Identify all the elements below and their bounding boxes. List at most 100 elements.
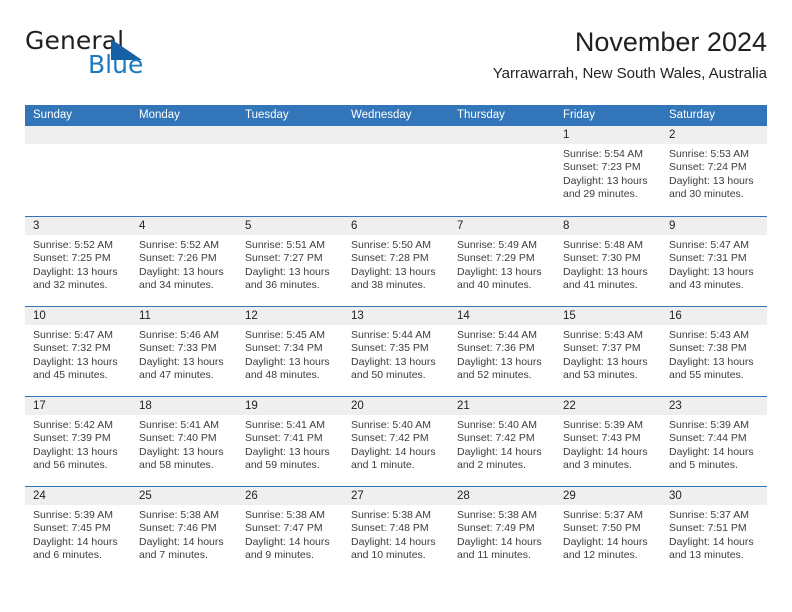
calendar-day-cell[interactable]: 27 Sunrise: 5:38 AM Sunset: 7:48 PM Dayl… (343, 487, 449, 576)
calendar-day-cell[interactable]: 13 Sunrise: 5:44 AM Sunset: 7:35 PM Dayl… (343, 307, 449, 396)
day-number: 30 (661, 487, 767, 505)
sunset-text: Sunset: 7:26 PM (139, 252, 217, 265)
sunrise-text: Sunrise: 5:53 AM (669, 148, 749, 160)
day-details: Sunrise: 5:37 AM Sunset: 7:51 PM Dayligh… (661, 505, 767, 562)
calendar-day-cell[interactable]: 5 Sunrise: 5:51 AM Sunset: 7:27 PM Dayli… (237, 217, 343, 306)
sunrise-text: Sunrise: 5:39 AM (33, 509, 113, 521)
daylight-text: Daylight: 13 hours and 45 minutes. (33, 355, 118, 381)
calendar-day-cell[interactable]: 14 Sunrise: 5:44 AM Sunset: 7:36 PM Dayl… (449, 307, 555, 396)
calendar-day-cell[interactable]: 23 Sunrise: 5:39 AM Sunset: 7:44 PM Dayl… (661, 397, 767, 486)
day-details: Sunrise: 5:39 AM Sunset: 7:45 PM Dayligh… (25, 505, 131, 562)
day-details: Sunrise: 5:39 AM Sunset: 7:43 PM Dayligh… (555, 415, 661, 472)
calendar-day-cell[interactable]: 21 Sunrise: 5:40 AM Sunset: 7:42 PM Dayl… (449, 397, 555, 486)
day-details: Sunrise: 5:39 AM Sunset: 7:44 PM Dayligh… (661, 415, 767, 472)
sunrise-text: Sunrise: 5:52 AM (33, 239, 113, 251)
day-details: Sunrise: 5:38 AM Sunset: 7:47 PM Dayligh… (237, 505, 343, 562)
calendar-day-cell[interactable] (131, 126, 237, 216)
calendar-week-row: 17 Sunrise: 5:42 AM Sunset: 7:39 PM Dayl… (25, 396, 767, 486)
daylight-text: Daylight: 13 hours and 50 minutes. (351, 355, 436, 381)
calendar-day-cell[interactable]: 22 Sunrise: 5:39 AM Sunset: 7:43 PM Dayl… (555, 397, 661, 486)
sunset-text: Sunset: 7:23 PM (563, 161, 641, 174)
weekday-header-sunday: Sunday (33, 109, 73, 121)
calendar-day-cell[interactable]: 2 Sunrise: 5:53 AM Sunset: 7:24 PM Dayli… (661, 126, 767, 216)
calendar-day-cell[interactable] (449, 126, 555, 216)
day-number: 2 (661, 126, 767, 144)
day-number: 14 (449, 307, 555, 325)
calendar-day-cell[interactable]: 6 Sunrise: 5:50 AM Sunset: 7:28 PM Dayli… (343, 217, 449, 306)
weekday-header-tuesday: Tuesday (245, 109, 289, 121)
sunset-text: Sunset: 7:42 PM (457, 432, 535, 445)
calendar-day-cell[interactable]: 17 Sunrise: 5:42 AM Sunset: 7:39 PM Dayl… (25, 397, 131, 486)
day-number: 28 (449, 487, 555, 505)
sunrise-text: Sunrise: 5:43 AM (563, 329, 643, 341)
day-details: Sunrise: 5:46 AM Sunset: 7:33 PM Dayligh… (131, 325, 237, 382)
day-details: Sunrise: 5:40 AM Sunset: 7:42 PM Dayligh… (449, 415, 555, 472)
calendar-day-cell[interactable]: 4 Sunrise: 5:52 AM Sunset: 7:26 PM Dayli… (131, 217, 237, 306)
sunset-text: Sunset: 7:41 PM (245, 432, 323, 445)
calendar-day-cell[interactable]: 28 Sunrise: 5:38 AM Sunset: 7:49 PM Dayl… (449, 487, 555, 576)
sunrise-text: Sunrise: 5:42 AM (33, 419, 113, 431)
day-number: 5 (237, 217, 343, 235)
daylight-text: Daylight: 13 hours and 43 minutes. (669, 265, 754, 291)
daylight-text: Daylight: 13 hours and 41 minutes. (563, 265, 648, 291)
day-details: Sunrise: 5:47 AM Sunset: 7:32 PM Dayligh… (25, 325, 131, 382)
sunrise-text: Sunrise: 5:38 AM (139, 509, 219, 521)
sunrise-text: Sunrise: 5:41 AM (245, 419, 325, 431)
sunset-text: Sunset: 7:51 PM (669, 522, 747, 535)
calendar-day-cell[interactable]: 26 Sunrise: 5:38 AM Sunset: 7:47 PM Dayl… (237, 487, 343, 576)
day-number: 25 (131, 487, 237, 505)
calendar-day-cell[interactable]: 10 Sunrise: 5:47 AM Sunset: 7:32 PM Dayl… (25, 307, 131, 396)
calendar-day-cell[interactable] (343, 126, 449, 216)
calendar-day-cell[interactable]: 11 Sunrise: 5:46 AM Sunset: 7:33 PM Dayl… (131, 307, 237, 396)
day-number: 20 (343, 397, 449, 415)
sunset-text: Sunset: 7:35 PM (351, 342, 429, 355)
sunrise-text: Sunrise: 5:38 AM (245, 509, 325, 521)
day-number: 23 (661, 397, 767, 415)
daylight-text: Daylight: 14 hours and 5 minutes. (669, 445, 754, 471)
general-blue-logo[interactable]: General Blue (25, 26, 285, 82)
sunset-text: Sunset: 7:49 PM (457, 522, 535, 535)
calendar-day-cell[interactable]: 18 Sunrise: 5:41 AM Sunset: 7:40 PM Dayl… (131, 397, 237, 486)
sunset-text: Sunset: 7:33 PM (139, 342, 217, 355)
calendar-day-cell[interactable]: 19 Sunrise: 5:41 AM Sunset: 7:41 PM Dayl… (237, 397, 343, 486)
calendar-day-cell[interactable]: 8 Sunrise: 5:48 AM Sunset: 7:30 PM Dayli… (555, 217, 661, 306)
calendar-day-cell[interactable]: 29 Sunrise: 5:37 AM Sunset: 7:50 PM Dayl… (555, 487, 661, 576)
sunrise-text: Sunrise: 5:54 AM (563, 148, 643, 160)
calendar-day-cell[interactable]: 20 Sunrise: 5:40 AM Sunset: 7:42 PM Dayl… (343, 397, 449, 486)
calendar-day-cell[interactable]: 12 Sunrise: 5:45 AM Sunset: 7:34 PM Dayl… (237, 307, 343, 396)
sunset-text: Sunset: 7:45 PM (33, 522, 111, 535)
day-number: 7 (449, 217, 555, 235)
day-number: 3 (25, 217, 131, 235)
calendar-day-cell[interactable]: 30 Sunrise: 5:37 AM Sunset: 7:51 PM Dayl… (661, 487, 767, 576)
day-number: 21 (449, 397, 555, 415)
calendar-day-cell[interactable]: 16 Sunrise: 5:43 AM Sunset: 7:38 PM Dayl… (661, 307, 767, 396)
calendar-day-cell[interactable]: 24 Sunrise: 5:39 AM Sunset: 7:45 PM Dayl… (25, 487, 131, 576)
day-details: Sunrise: 5:41 AM Sunset: 7:40 PM Dayligh… (131, 415, 237, 472)
logo-text-blue: Blue (88, 50, 144, 79)
calendar-day-cell[interactable]: 9 Sunrise: 5:47 AM Sunset: 7:31 PM Dayli… (661, 217, 767, 306)
calendar-day-cell[interactable]: 3 Sunrise: 5:52 AM Sunset: 7:25 PM Dayli… (25, 217, 131, 306)
day-number: 16 (661, 307, 767, 325)
day-number: 12 (237, 307, 343, 325)
day-details: Sunrise: 5:43 AM Sunset: 7:37 PM Dayligh… (555, 325, 661, 382)
calendar-day-cell[interactable]: 1 Sunrise: 5:54 AM Sunset: 7:23 PM Dayli… (555, 126, 661, 216)
day-number: 6 (343, 217, 449, 235)
daylight-text: Daylight: 14 hours and 7 minutes. (139, 535, 224, 561)
day-number: 18 (131, 397, 237, 415)
calendar-day-cell[interactable] (237, 126, 343, 216)
day-number: 8 (555, 217, 661, 235)
day-details: Sunrise: 5:51 AM Sunset: 7:27 PM Dayligh… (237, 235, 343, 292)
calendar-day-cell[interactable]: 7 Sunrise: 5:49 AM Sunset: 7:29 PM Dayli… (449, 217, 555, 306)
location-subtitle: Yarrawarrah, New South Wales, Australia (492, 65, 767, 82)
daylight-text: Daylight: 13 hours and 30 minutes. (669, 174, 754, 200)
sunrise-text: Sunrise: 5:38 AM (351, 509, 431, 521)
calendar-grid: Sunday Monday Tuesday Wednesday Thursday… (25, 105, 767, 576)
sunrise-text: Sunrise: 5:49 AM (457, 239, 537, 251)
calendar-day-cell[interactable]: 15 Sunrise: 5:43 AM Sunset: 7:37 PM Dayl… (555, 307, 661, 396)
calendar-day-cell[interactable]: 25 Sunrise: 5:38 AM Sunset: 7:46 PM Dayl… (131, 487, 237, 576)
day-details: Sunrise: 5:45 AM Sunset: 7:34 PM Dayligh… (237, 325, 343, 382)
sunset-text: Sunset: 7:29 PM (457, 252, 535, 265)
sunrise-text: Sunrise: 5:41 AM (139, 419, 219, 431)
weekday-header-row: Sunday Monday Tuesday Wednesday Thursday… (25, 105, 767, 126)
calendar-day-cell[interactable] (25, 126, 131, 216)
